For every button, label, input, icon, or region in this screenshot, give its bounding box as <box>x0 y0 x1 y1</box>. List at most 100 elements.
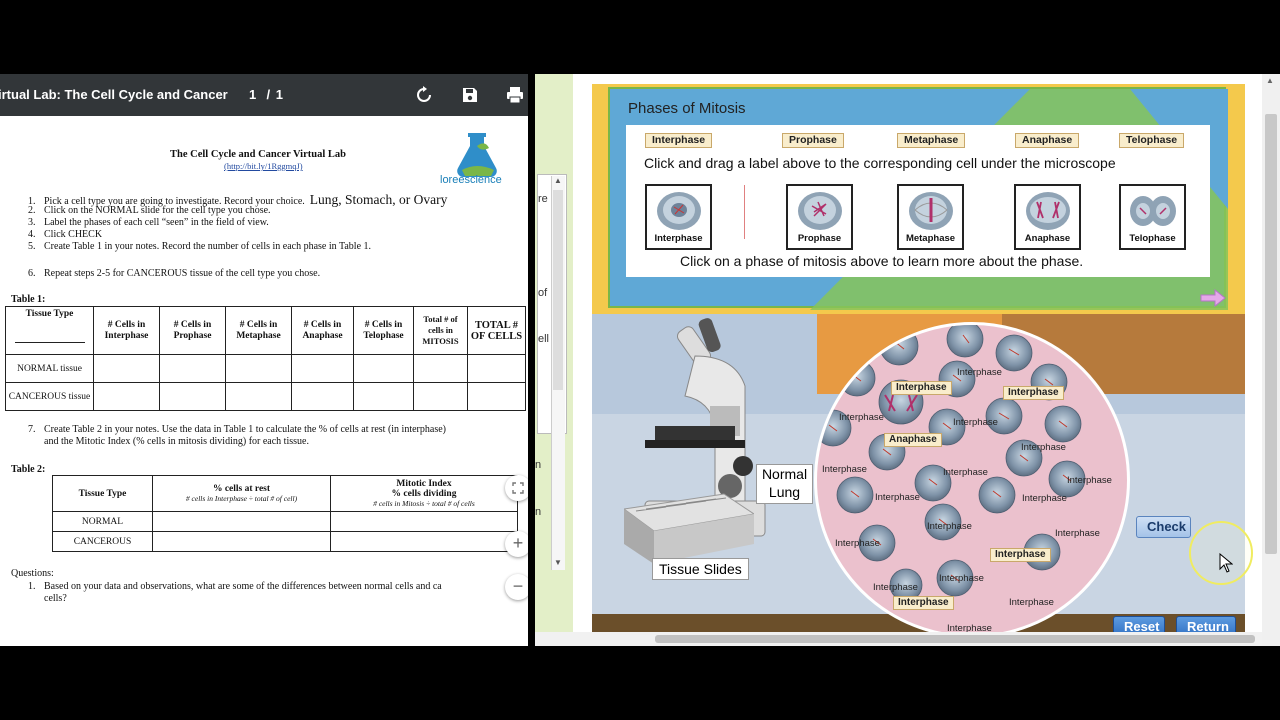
fit-page-button[interactable] <box>505 475 528 501</box>
cell-label: Interphase <box>939 573 984 584</box>
ghost-text: n <box>535 506 542 518</box>
cell-label: Interphase <box>1067 475 1112 486</box>
scroll-thumb[interactable] <box>553 190 563 390</box>
logo-text: loreescience <box>440 174 502 186</box>
page-indicator: 1 / 1 <box>249 87 284 102</box>
separator <box>744 185 745 239</box>
label-prophase[interactable]: Prophase <box>782 133 844 148</box>
scroll-thumb[interactable] <box>1265 114 1277 554</box>
step-7: 7. Create Table 2 in your notes. Use the … <box>28 424 446 435</box>
label-telophase[interactable]: Telophase <box>1119 133 1185 148</box>
table-header: % cells at rest # cells in Interphase ÷ t… <box>152 475 331 512</box>
check-button[interactable]: Check <box>1136 516 1191 538</box>
scroll-up-icon[interactable]: ▲ <box>554 176 562 185</box>
scroll-thumb[interactable] <box>655 635 1255 643</box>
microscope-field-of-view: Interphase Interphase Anaphase Interphas… <box>814 322 1130 634</box>
card-metaphase[interactable]: Metaphase <box>897 184 964 250</box>
cell-label: Interphase <box>822 464 867 475</box>
label-anaphase[interactable]: Anaphase <box>1015 133 1080 148</box>
table-2: Tissue Type % cells at rest # cells in In… <box>52 475 518 552</box>
table-row: CANCEROUS <box>52 531 518 552</box>
save-icon[interactable] <box>460 85 480 105</box>
step-5: 5. Create Table 1 in your notes. Record t… <box>28 241 372 252</box>
normal-lung-label: Normal Lung <box>756 464 813 504</box>
sidebar-scrollbar[interactable]: ▲ ▼ <box>551 176 565 570</box>
table2-label: Table 2: <box>11 464 46 475</box>
ghost-text: re <box>538 193 548 205</box>
document-link[interactable]: (http://bit.ly/1RggmqJ) <box>224 161 303 171</box>
cell-label: Interphase <box>1022 493 1067 504</box>
placed-tag-anaphase[interactable]: Anaphase <box>884 433 942 447</box>
table-header: # Cells in Interphase <box>93 306 160 355</box>
table-header: # Cells in Prophase <box>159 306 226 355</box>
table1-label: Table 1: <box>11 294 46 305</box>
placed-tag-interphase[interactable]: Interphase <box>1003 386 1064 400</box>
tissue-slides-label[interactable]: Tissue Slides <box>652 558 749 580</box>
table-header: # Cells in Anaphase <box>291 306 354 355</box>
tissue-slides-tray[interactable] <box>624 489 754 564</box>
next-arrow-icon[interactable] <box>1199 289 1227 307</box>
placed-tag-interphase[interactable]: Interphase <box>891 381 952 395</box>
document-title: The Cell Cycle and Cancer Virtual Lab <box>170 149 346 160</box>
print-icon[interactable] <box>505 85 525 105</box>
prophase-cell-icon <box>798 192 842 230</box>
placed-tag-interphase[interactable]: Interphase <box>990 548 1051 562</box>
cell-label: Interphase <box>957 367 1002 378</box>
telophase-cell-icon <box>1130 196 1176 226</box>
step-4: 4. Click CHECK <box>28 229 103 240</box>
page-vertical-scrollbar[interactable]: ▲ <box>1262 74 1280 646</box>
table-1: Tissue Type # Cells in Interphase # Cell… <box>5 306 526 411</box>
cell-label: Interphase <box>839 412 884 423</box>
label-interphase[interactable]: Interphase <box>645 133 713 148</box>
question-1-cont: cells? <box>44 593 67 604</box>
cell-label: Interphase <box>875 492 920 503</box>
placed-tag-interphase[interactable]: Interphase <box>893 596 954 610</box>
phase-info-instruction: Click on a phase of mitosis above to lea… <box>680 253 1084 269</box>
table-header: # Cells in Telophase <box>353 306 414 355</box>
step-7-cont: and the Mitotic Index (% cells in mitosi… <box>44 436 309 447</box>
zoom-out-button[interactable]: − <box>505 574 528 600</box>
phases-panel: Phases of Mitosis Interphase Prophase Me… <box>608 87 1228 310</box>
table-header: Tissue Type <box>52 475 153 512</box>
cell-label: Interphase <box>1021 442 1066 453</box>
table-header: Total # of cells in MITOSIS <box>413 306 468 355</box>
cell-label: Interphase <box>927 521 972 532</box>
ghost-text: n <box>535 459 542 471</box>
card-telophase[interactable]: Telophase <box>1119 184 1186 250</box>
page-horizontal-scrollbar[interactable] <box>535 632 1262 646</box>
total-pages: 1 <box>275 87 284 102</box>
table-header: # Cells in Metaphase <box>225 306 292 355</box>
cell-label: Interphase <box>835 538 880 549</box>
table-row: NORMAL tissue <box>5 354 526 383</box>
pdf-title: irtual Lab: The Cell Cycle and Cancer <box>0 87 228 102</box>
table-header: Tissue Type <box>5 306 94 355</box>
current-page[interactable]: 1 <box>249 87 257 102</box>
cell-label: Interphase <box>873 582 918 593</box>
scroll-up-icon[interactable]: ▲ <box>1266 76 1274 85</box>
scroll-down-icon[interactable]: ▼ <box>554 558 562 567</box>
ghost-text: ell <box>538 333 550 345</box>
interphase-cell-icon <box>657 192 701 230</box>
step-3: 3. Label the phases of each cell “seen” i… <box>28 217 269 228</box>
label-metaphase[interactable]: Metaphase <box>897 133 966 148</box>
cell-label: Interphase <box>953 417 998 428</box>
step-2: 2. Click on the NORMAL slide for the cell… <box>28 205 271 216</box>
screen: irtual Lab: The Cell Cycle and Cancer 1 … <box>0 0 1280 720</box>
questions-label: Questions: <box>11 568 54 579</box>
rotate-icon[interactable] <box>414 85 434 105</box>
question-1: 1. Based on your data and observations, w… <box>28 581 442 592</box>
table-header: TOTAL # OF CELLS <box>467 306 526 355</box>
pdf-page: The Cell Cycle and Cancer Virtual Lab (h… <box>0 116 528 646</box>
ghost-text: of <box>538 287 548 299</box>
cell-label: Interphase <box>1055 528 1100 539</box>
card-anaphase[interactable]: Anaphase <box>1014 184 1081 250</box>
card-prophase[interactable]: Prophase <box>786 184 853 250</box>
pdf-toolbar: irtual Lab: The Cell Cycle and Cancer 1 … <box>0 74 528 116</box>
card-interphase[interactable]: Interphase <box>645 184 712 250</box>
drag-instruction: Click and drag a label above to the corr… <box>644 155 1116 171</box>
virtual-lab: Phases of Mitosis Interphase Prophase Me… <box>592 84 1245 634</box>
cell-label: Interphase <box>1009 597 1054 608</box>
zoom-in-button[interactable]: + <box>505 531 528 557</box>
table-row: NORMAL <box>52 511 518 532</box>
mouse-pointer-icon <box>1219 553 1233 573</box>
